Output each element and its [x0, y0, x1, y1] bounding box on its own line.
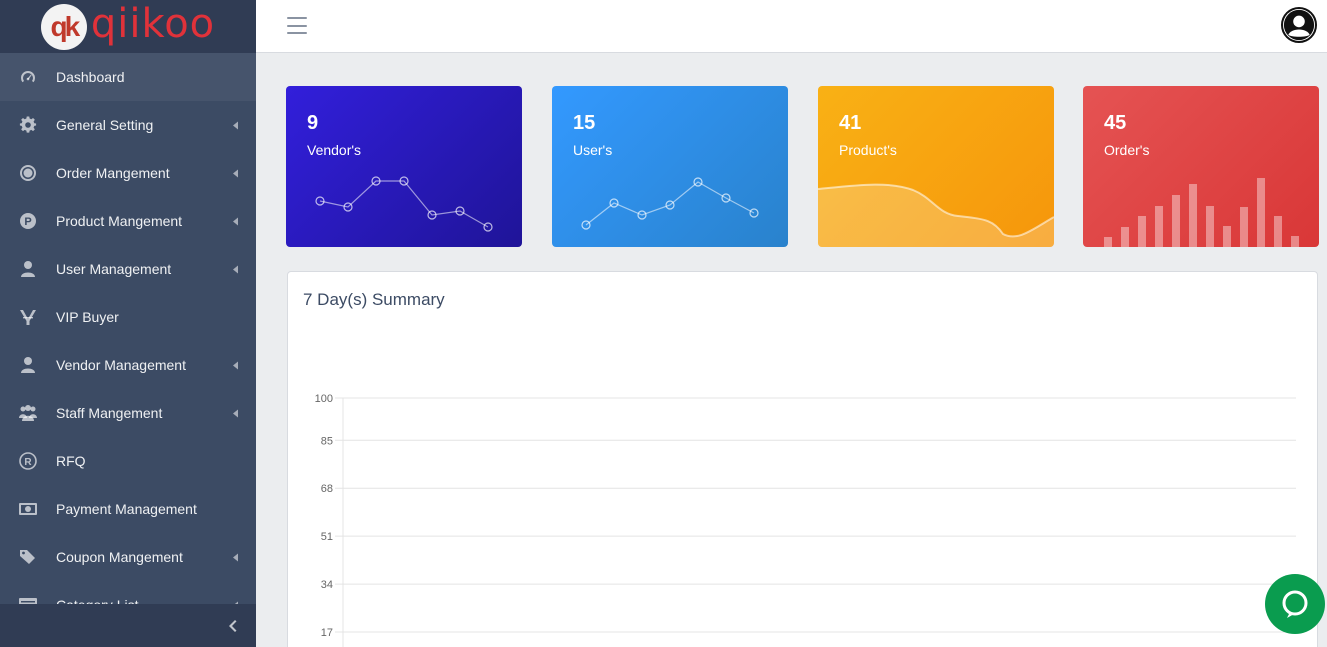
sidebar-item-rfq[interactable]: R RFQ: [0, 437, 256, 485]
top-header: [256, 0, 1327, 53]
target-icon: [0, 164, 56, 182]
user-avatar-icon: [1283, 9, 1315, 41]
user-icon: [0, 356, 56, 374]
sidebar: qk qiikoo Dashboard General Setting Order …: [0, 0, 256, 647]
gear-icon: [0, 116, 56, 134]
sidebar-item-order-mangement[interactable]: Order Mangement: [0, 149, 256, 197]
vip-icon: [0, 308, 56, 326]
sidebar-item-label: Product Mangement: [56, 213, 183, 229]
chat-bubble-icon: [1282, 590, 1308, 618]
y-tick-label: 68: [321, 483, 333, 495]
product-area-sparkline: [818, 183, 1054, 247]
chevron-left-icon: [230, 216, 240, 226]
user-icon: [0, 260, 56, 278]
order-count-card[interactable]: 45 Order's: [1083, 86, 1319, 247]
group-icon: [0, 404, 56, 422]
chevron-left-icon: [230, 168, 240, 178]
brand-name: qiikoo: [90, 0, 216, 47]
sidebar-item-general-setting[interactable]: General Setting: [0, 101, 256, 149]
chevron-left-icon: [230, 120, 240, 130]
p-circle-icon: P: [0, 212, 56, 230]
menu-toggle-icon[interactable]: [287, 17, 307, 34]
speedometer-icon: [0, 68, 56, 86]
chat-widget-button[interactable]: [1265, 574, 1325, 634]
sidebar-item-label: Order Mangement: [56, 165, 170, 181]
y-tick-label: 17: [321, 627, 333, 639]
sidebar-minimize-toggle[interactable]: [0, 604, 256, 647]
sidebar-item-vip-buyer[interactable]: VIP Buyer: [0, 293, 256, 341]
chevron-left-icon: [229, 619, 237, 632]
sidebar-item-dashboard[interactable]: Dashboard: [0, 53, 256, 101]
user-avatar[interactable]: [1281, 7, 1317, 43]
sidebar-item-label: User Management: [56, 261, 172, 277]
sidebar-item-label: VIP Buyer: [56, 309, 119, 325]
sidebar-item-staff-mangement[interactable]: Staff Mangement: [0, 389, 256, 437]
sidebar-item-payment-management[interactable]: Payment Management: [0, 485, 256, 533]
money-icon: [0, 500, 56, 518]
sidebar-item-label: Coupon Mangement: [56, 549, 183, 565]
sidebar-item-label: Payment Management: [56, 501, 197, 517]
product-count-card[interactable]: 41 Product's: [818, 86, 1054, 247]
y-tick-label: 85: [321, 435, 333, 447]
y-tick-label: 100: [315, 393, 333, 405]
sidebar-item-user-management[interactable]: User Management: [0, 245, 256, 293]
registered-icon: R: [0, 452, 56, 470]
brand-logo: qk: [40, 3, 87, 50]
sidebar-item-label: RFQ: [56, 453, 86, 469]
vendor-sparkline: [315, 176, 493, 232]
user-count-card[interactable]: 15 User's: [552, 86, 788, 247]
sidebar-item-label: Dashboard: [56, 69, 125, 85]
sidebar-item-product-mangement[interactable]: P Product Mangement: [0, 197, 256, 245]
sidebar-item-label: Staff Mangement: [56, 405, 163, 421]
chevron-left-icon: [230, 360, 240, 370]
order-bar-sparkline: [1104, 178, 1299, 247]
panel-title: 7 Day(s) Summary: [303, 290, 445, 309]
sidebar-item-coupon-mangement[interactable]: Coupon Mangement: [0, 533, 256, 581]
sidebar-item-vendor-management[interactable]: Vendor Management: [0, 341, 256, 389]
sidebar-item-label: General Setting: [56, 117, 154, 133]
chevron-left-icon: [230, 264, 240, 274]
summary-chart: 100 85 68 51 34 17: [315, 393, 1296, 647]
sidebar-nav: Dashboard General Setting Order Mangement P…: [0, 53, 256, 629]
vendor-count-card[interactable]: 9 Vendor's: [286, 86, 522, 247]
chevron-left-icon: [230, 552, 240, 562]
chevron-left-icon: [230, 408, 240, 418]
svg-text:P: P: [24, 216, 31, 228]
y-tick-label: 51: [321, 531, 333, 543]
summary-panel: 100 85 68 51 34 17 7 Day(s) Summary: [287, 271, 1318, 647]
svg-text:R: R: [24, 457, 32, 468]
sidebar-item-label: Vendor Management: [56, 357, 186, 373]
tags-icon: [0, 548, 56, 566]
y-tick-label: 34: [321, 579, 333, 591]
user-sparkline: [581, 177, 759, 230]
brand[interactable]: qk qiikoo: [0, 0, 256, 53]
